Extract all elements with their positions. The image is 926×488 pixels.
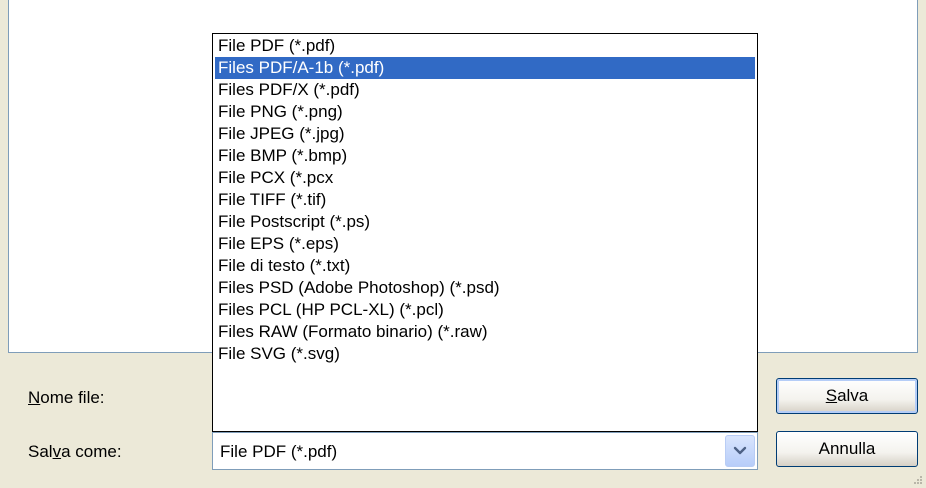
save-button[interactable]: Salva (776, 378, 918, 414)
dropdown-arrow-button[interactable] (725, 435, 755, 467)
file-type-dropdown-list[interactable]: File PDF (*.pdf) Files PDF/A-1b (*.pdf) Fi… (212, 33, 758, 432)
dropdown-option[interactable]: Files PSD (Adobe Photoshop) (*.psd) (215, 277, 755, 299)
dropdown-option[interactable]: File Postscript (*.ps) (215, 211, 755, 233)
filename-label-rest: ome file: (40, 388, 105, 407)
chevron-down-icon (733, 446, 747, 455)
cancel-button-label: Annulla (818, 439, 876, 458)
save-as-type-combobox[interactable]: File PDF (*.pdf) (212, 432, 758, 470)
dropdown-option[interactable]: File BMP (*.bmp) (215, 145, 755, 167)
dropdown-option[interactable]: Files PDF/A-1b (*.pdf) (215, 57, 755, 79)
resize-grip-icon[interactable] (912, 474, 922, 484)
save-as-label-prefix: Sal (28, 442, 53, 461)
save-as-label-rest: a come: (61, 442, 122, 461)
dropdown-option[interactable]: Files PCL (HP PCL-XL) (*.pcl) (215, 299, 755, 321)
dropdown-option[interactable]: File PNG (*.png) (215, 101, 755, 123)
dropdown-option[interactable]: File SVG (*.svg) (215, 343, 755, 365)
dropdown-option[interactable]: Files PDF/X (*.pdf) (215, 79, 755, 101)
filename-label: Nome file: (28, 388, 105, 408)
dropdown-option[interactable]: File JPEG (*.jpg) (215, 123, 755, 145)
cancel-button[interactable]: Annulla (776, 431, 918, 467)
dropdown-option[interactable]: File TIFF (*.tif) (215, 189, 755, 211)
save-as-type-label: Salva come: (28, 442, 122, 462)
save-button-rest: alva (837, 386, 869, 405)
save-as-label-mnemonic: v (52, 442, 62, 461)
save-button-mnemonic: S (825, 386, 838, 405)
filename-label-mnemonic: N (28, 388, 41, 407)
dropdown-option[interactable]: File PDF (*.pdf) (215, 35, 755, 57)
dropdown-option[interactable]: Files RAW (Formato binario) (*.raw) (215, 321, 755, 343)
dropdown-option[interactable]: File EPS (*.eps) (215, 233, 755, 255)
dropdown-option[interactable]: File di testo (*.txt) (215, 255, 755, 277)
combobox-selected-value: File PDF (*.pdf) (220, 442, 338, 461)
dropdown-option[interactable]: File PCX (*.pcx (215, 167, 755, 189)
